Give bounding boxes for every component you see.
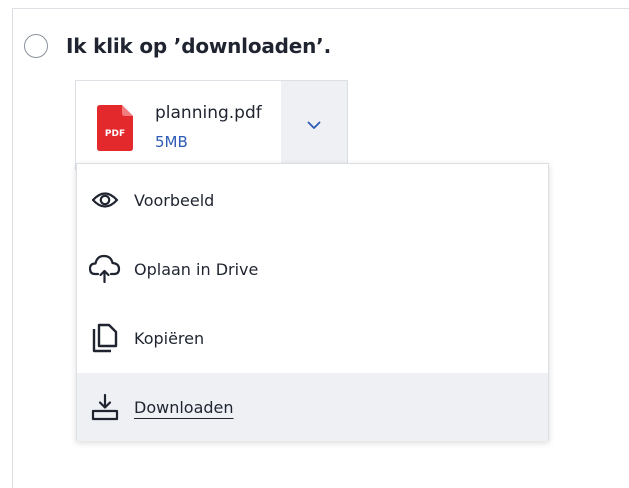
menu-item-download[interactable]: Downloaden (77, 373, 548, 441)
menu-item-label: Oplaan in Drive (134, 259, 259, 279)
file-name: planning.pdf (155, 103, 262, 123)
menu-item-copy[interactable]: Kopiëren (77, 304, 548, 372)
file-attachment: PDF planning.pdf 5MB (75, 80, 348, 170)
file-info[interactable]: PDF planning.pdf 5MB (76, 81, 281, 169)
pdf-icon-label: PDF (105, 129, 125, 139)
file-size: 5MB (155, 133, 188, 151)
menu-item-label: Kopiëren (134, 328, 205, 348)
download-icon (89, 391, 121, 423)
pdf-file-icon: PDF (97, 105, 133, 151)
radio-button[interactable] (24, 34, 48, 58)
menu-item-label: Downloaden (134, 397, 234, 417)
chevron-down-icon (307, 121, 321, 129)
menu-item-label: Voorbeeld (134, 190, 215, 210)
file-options-menu: Voorbeeld Oplaan in Drive Kopiëren Downl… (76, 163, 549, 441)
eye-icon (89, 184, 121, 216)
menu-item-save-to-drive[interactable]: Oplaan in Drive (77, 235, 548, 303)
answer-option[interactable]: Ik klik op ’downloaden’. (24, 34, 331, 58)
copy-icon (89, 322, 121, 354)
cloud-upload-icon (89, 253, 121, 285)
menu-item-preview[interactable]: Voorbeeld (77, 166, 548, 234)
file-options-dropdown-button[interactable] (281, 81, 347, 169)
option-label: Ik klik op ’downloaden’. (66, 34, 331, 58)
